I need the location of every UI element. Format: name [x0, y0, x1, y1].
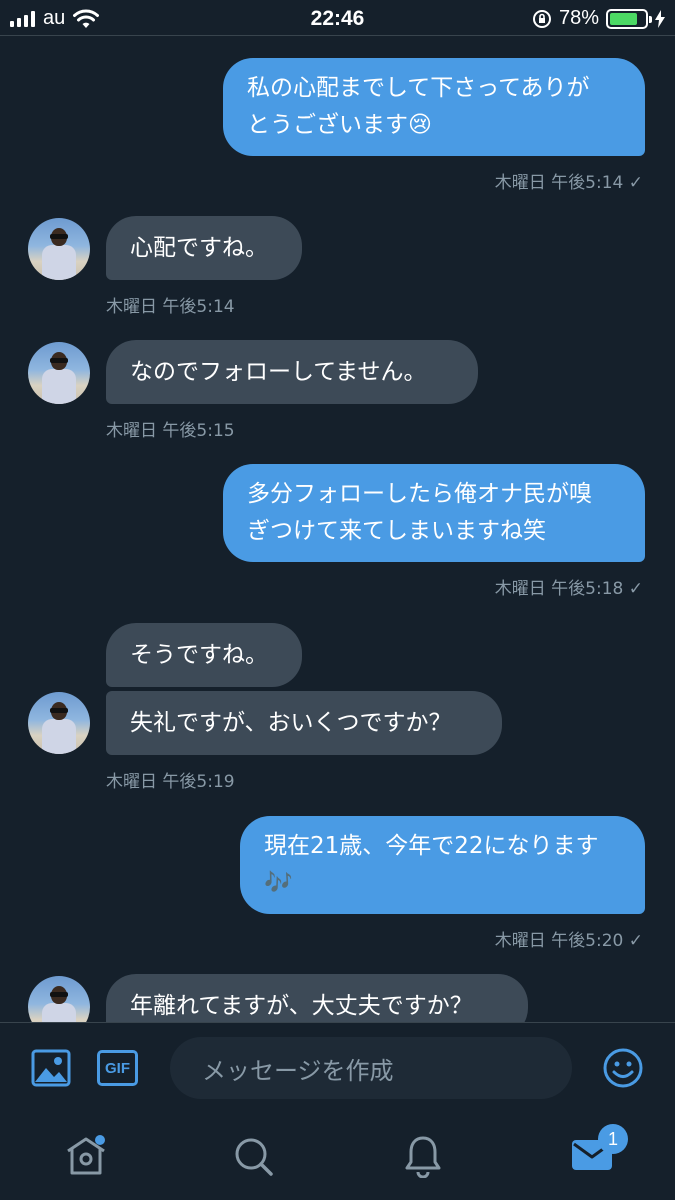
incoming-message[interactable]: 心配ですね。 [106, 216, 302, 280]
message-timestamp: 木曜日 午後5:20 ✓ [494, 931, 643, 951]
battery-icon [606, 8, 652, 29]
message-text: 心配ですね。 [130, 235, 268, 261]
message-text-line: 🎶 [264, 870, 293, 896]
battery-level [610, 12, 637, 25]
outgoing-message[interactable]: 現在21歳、今年で22になります 🎶 [240, 816, 645, 914]
message-timestamp: 木曜日 午後5:18 ✓ [494, 579, 643, 599]
charging-bolt-icon [655, 9, 665, 28]
search-icon[interactable] [233, 1136, 275, 1178]
avatar[interactable] [28, 218, 90, 280]
message-text-line: ぎつけて来てしまいますね笑 [247, 518, 546, 544]
image-icon[interactable] [31, 1049, 71, 1087]
tab-bar [0, 1118, 675, 1200]
rotation-lock-icon [532, 9, 551, 28]
message-timestamp: 木曜日 午後5:14 [106, 297, 235, 317]
message-timestamp: 木曜日 午後5:15 [106, 421, 235, 441]
battery-percent: 78% [558, 7, 599, 29]
status-bar: au 22:46 78% [0, 0, 675, 36]
outgoing-message[interactable]: 多分フォローしたら俺オナ民が嗅 ぎつけて来てしまいますね笑 [223, 464, 645, 562]
message-timestamp: 木曜日 午後5:14 ✓ [494, 173, 643, 193]
avatar[interactable] [28, 692, 90, 754]
message-text-line: とうございます😢 [247, 112, 432, 138]
message-input-placeholder: メッセージを作成 [202, 1056, 394, 1085]
incoming-message[interactable]: なのでフォローしてません。 [106, 340, 478, 404]
message-input[interactable]: メッセージを作成 [170, 1037, 572, 1099]
message-text-line: 現在21歳、今年で22になります [264, 833, 599, 859]
message-composer: GIF メッセージを作成 [0, 1022, 675, 1118]
notifications-bell-icon[interactable] [402, 1134, 444, 1178]
gif-label: GIF [105, 1059, 130, 1077]
message-text: 年離れてますが、大丈夫ですか？ [130, 993, 473, 1019]
emoji-icon[interactable] [602, 1047, 644, 1089]
gif-button[interactable]: GIF [97, 1050, 138, 1086]
message-text-line: 私の心配までして下さってありが [247, 75, 590, 101]
status-right: 78% [532, 7, 665, 30]
incoming-message[interactable]: そうですね。 [106, 623, 302, 687]
incoming-message[interactable]: 失礼ですが、おいくつですか？ [106, 691, 502, 755]
avatar[interactable] [28, 342, 90, 404]
message-text: そうですね。 [130, 642, 268, 668]
message-text-line: 多分フォローしたら俺オナ民が嗅 [247, 481, 592, 507]
outgoing-message[interactable]: 私の心配までして下さってありが とうございます😢 [223, 58, 645, 156]
messages-badge: 1 [598, 1124, 628, 1154]
home-icon[interactable] [64, 1134, 108, 1178]
message-text: なのでフォローしてません。 [130, 359, 427, 385]
message-text: 失礼ですが、おいくつですか？ [130, 710, 452, 736]
message-timestamp: 木曜日 午後5:19 [106, 772, 235, 792]
